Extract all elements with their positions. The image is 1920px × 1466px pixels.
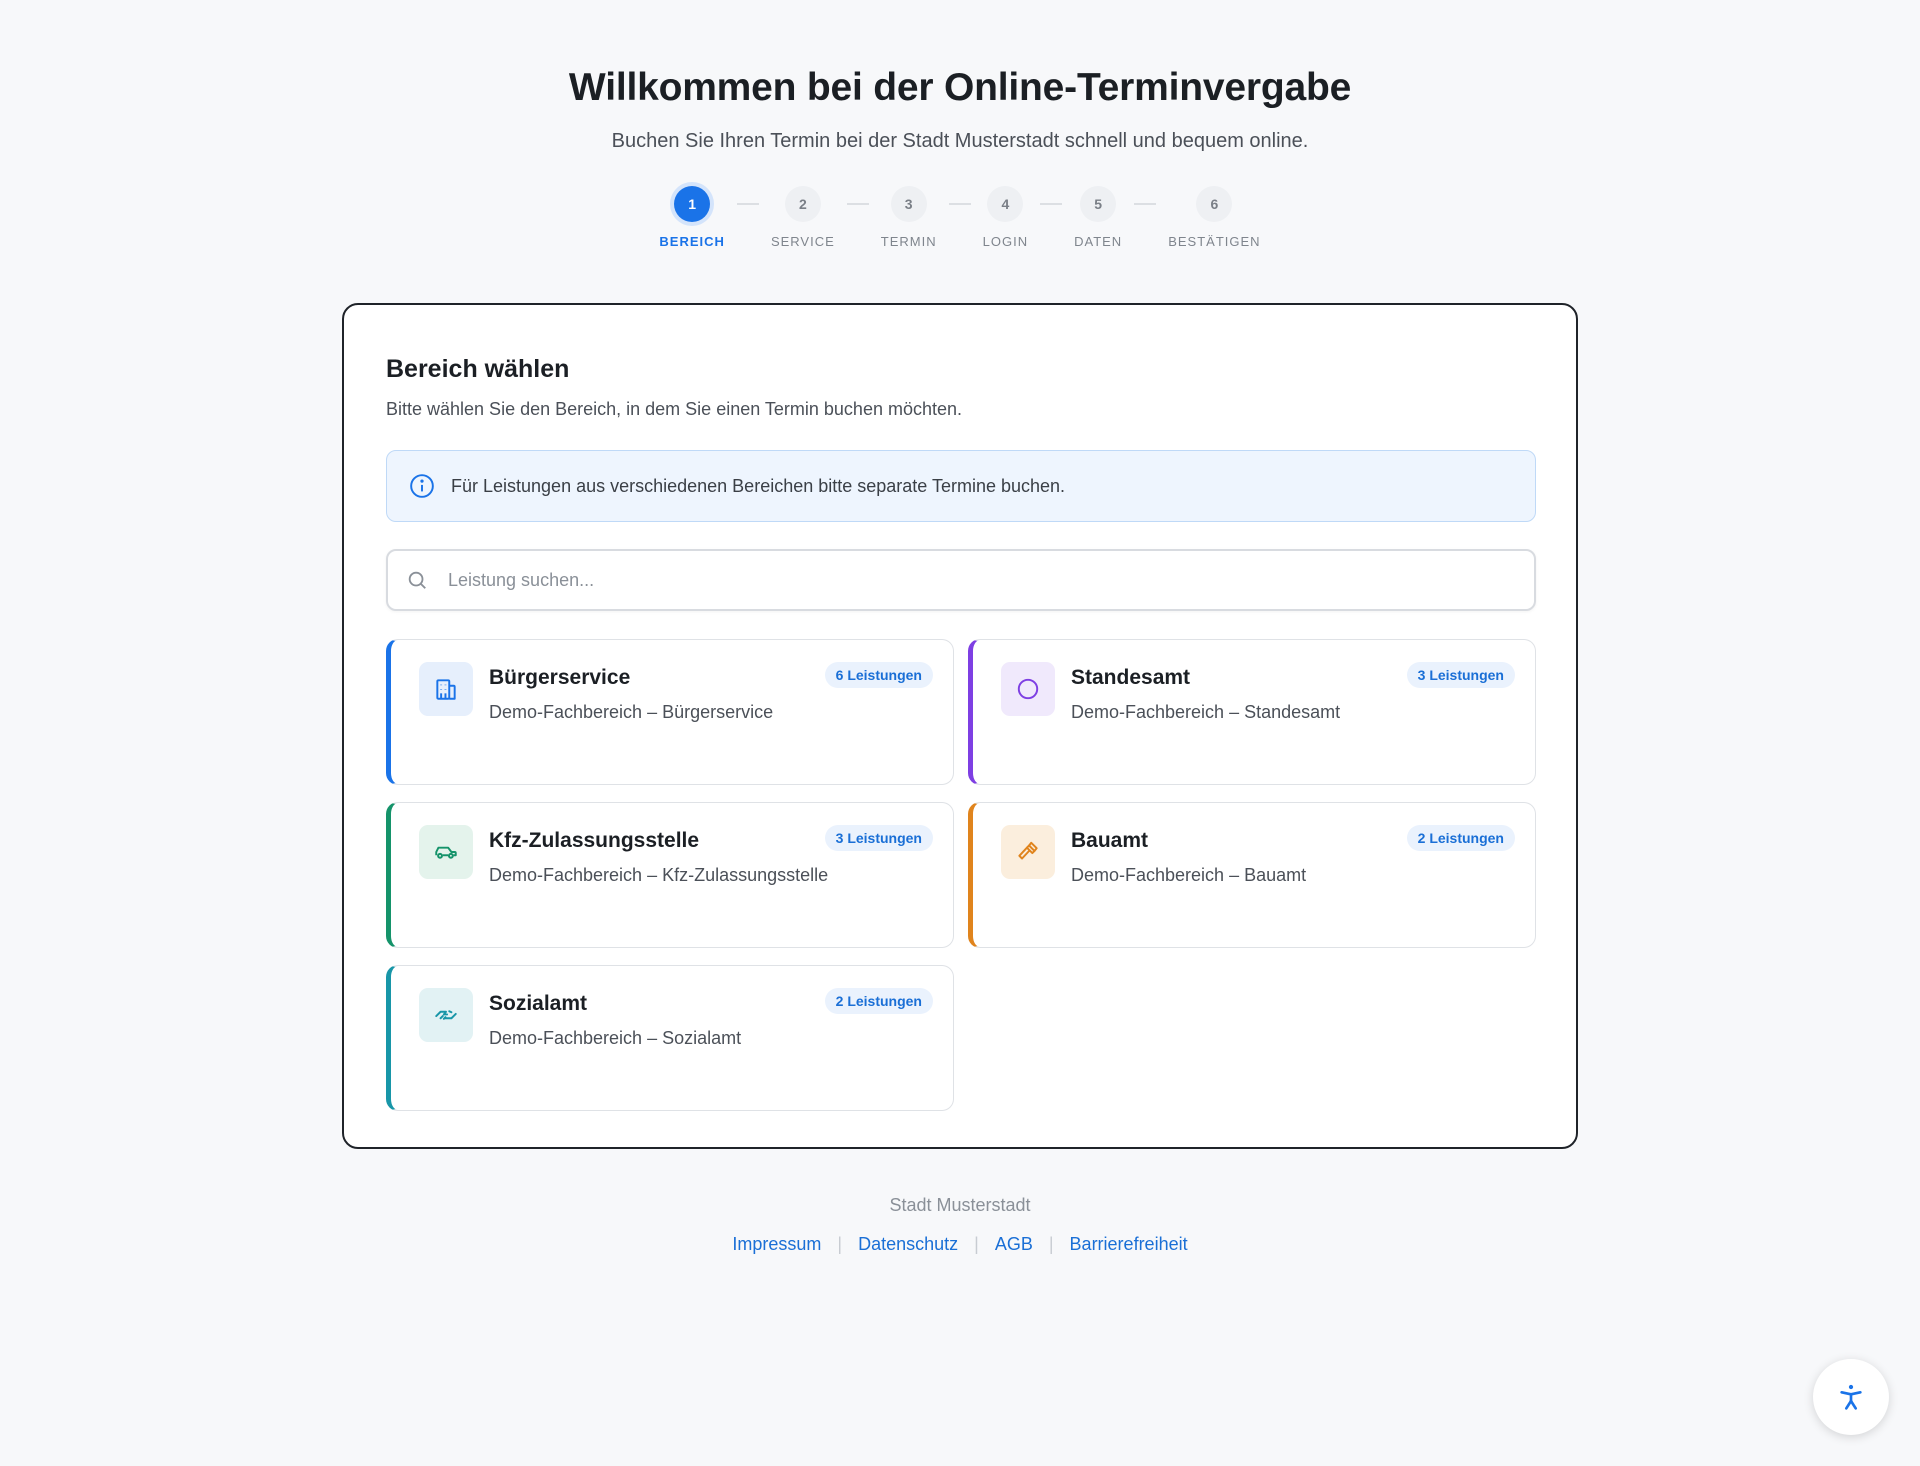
step-label: LOGIN	[982, 234, 1029, 249]
info-text: Für Leistungen aus verschiedenen Bereich…	[451, 475, 1066, 496]
area-description: Demo-Fachbereich – Kfz-Zulassungsstelle	[489, 865, 829, 885]
area-icon-container	[419, 825, 473, 879]
area-card-standesamt[interactable]: Standesamt Demo-Fachbereich – Standesamt…	[968, 639, 1536, 785]
building-icon	[436, 679, 456, 700]
section-title: Bereich wählen	[386, 355, 570, 383]
car-icon	[435, 846, 457, 859]
footer-separator: |	[837, 1234, 843, 1254]
step-service: 2 SERVICE	[771, 186, 835, 249]
service-count-badge: 2 Leistungen	[1406, 825, 1515, 851]
area-card-kfz-zulassungsstelle[interactable]: Kfz-Zulassungsstelle Demo-Fachbereich – …	[386, 802, 954, 948]
area-selection-card: Bereich wählen Bitte wählen Sie den Bere…	[342, 303, 1578, 1149]
area-description: Demo-Fachbereich – Bürgerservice	[489, 702, 774, 722]
step-bereich: 1 BEREICH	[659, 186, 725, 249]
step-label: BEREICH	[659, 234, 725, 249]
handshake-icon	[435, 1010, 457, 1020]
step-login: 4 LOGIN	[983, 186, 1028, 249]
footer-separator: |	[974, 1234, 979, 1254]
step-connector	[736, 203, 759, 205]
area-name: Bürgerservice	[489, 666, 631, 689]
search-input[interactable]	[446, 568, 1466, 592]
area-card-bauamt[interactable]: Bauamt Demo-Fachbereich – Bauamt 2 Leist…	[968, 802, 1536, 948]
footer-link-barrierefreiheit[interactable]: Barrierefreiheit	[1070, 1234, 1188, 1255]
page-title: Willkommen bei der Online-Terminvergabe	[568, 66, 1352, 109]
step-label: TERMIN	[880, 234, 937, 249]
step-number: 5	[1080, 186, 1117, 222]
info-notice: Für Leistungen aus verschiedenen Bereich…	[386, 450, 1536, 522]
step-connector	[948, 203, 971, 205]
area-name: Sozialamt	[489, 992, 588, 1015]
area-card-sozialamt[interactable]: Sozialamt Demo-Fachbereich – Sozialamt 2…	[386, 965, 954, 1111]
area-icon-container	[419, 662, 473, 716]
search-icon	[408, 571, 426, 589]
step-number: 2	[784, 186, 821, 222]
footer-links: Impressum | Datenschutz | AGB | Barriere…	[0, 1234, 1920, 1255]
step-termin: 3 TERMIN	[881, 186, 937, 249]
area-card-buergerservice[interactable]: Bürgerservice Demo-Fachbereich – Bürgers…	[386, 639, 954, 785]
area-description: Demo-Fachbereich – Standesamt	[1071, 702, 1341, 722]
step-label: DATEN	[1074, 234, 1123, 249]
area-grid: Bürgerservice Demo-Fachbereich – Bürgers…	[386, 639, 1536, 1111]
step-label: BESTÄTIGEN	[1168, 234, 1261, 249]
step-number: 1	[674, 186, 711, 222]
footer-separator: |	[1048, 1234, 1054, 1254]
footer-link-agb[interactable]: AGB	[995, 1234, 1033, 1255]
area-name: Bauamt	[1071, 829, 1149, 852]
search-box[interactable]	[386, 549, 1536, 611]
area-icon-container	[419, 988, 473, 1042]
header: Willkommen bei der Online-Terminvergabe …	[0, 0, 1920, 249]
area-name: Standesamt	[1071, 666, 1191, 689]
area-description: Demo-Fachbereich – Bauamt	[1071, 865, 1307, 885]
footer: Stadt Musterstadt Impressum | Datenschut…	[0, 1195, 1920, 1255]
ring-icon	[1017, 678, 1039, 700]
step-number: 6	[1196, 186, 1233, 222]
page-subtitle: Buchen Sie Ihren Termin bei der Stadt Mu…	[611, 130, 1309, 152]
service-count-badge: 6 Leistungen	[824, 662, 933, 688]
service-count-badge: 3 Leistungen	[824, 825, 933, 851]
step-connector	[1040, 203, 1063, 205]
step-daten: 5 DATEN	[1074, 186, 1122, 249]
step-connector	[846, 203, 869, 205]
step-number: 4	[987, 186, 1024, 222]
area-name: Kfz-Zulassungsstelle	[489, 829, 700, 852]
accessibility-icon	[1840, 1384, 1862, 1410]
area-icon-container	[1001, 825, 1055, 879]
service-count-badge: 3 Leistungen	[1406, 662, 1515, 688]
step-label: SERVICE	[770, 234, 835, 249]
accessibility-button[interactable]	[1813, 1359, 1889, 1435]
info-icon	[410, 474, 434, 498]
step-connector	[1134, 203, 1157, 205]
area-description: Demo-Fachbereich – Sozialamt	[489, 1028, 742, 1048]
section-description: Bitte wählen Sie den Bereich, in dem Sie…	[386, 399, 963, 419]
hammer-icon	[1018, 841, 1038, 860]
stepper: 1 BEREICH 2 SERVICE 3 TERMIN 4 LOGIN 5 D…	[0, 186, 1920, 249]
footer-link-datenschutz[interactable]: Datenschutz	[858, 1234, 958, 1255]
footer-city: Stadt Musterstadt	[889, 1195, 1031, 1215]
step-number: 3	[890, 186, 927, 222]
service-count-badge: 2 Leistungen	[824, 988, 933, 1014]
footer-link-impressum[interactable]: Impressum	[732, 1234, 821, 1255]
area-icon-container	[1001, 662, 1055, 716]
step-bestaetigen: 6 BESTÄTIGEN	[1168, 186, 1260, 249]
